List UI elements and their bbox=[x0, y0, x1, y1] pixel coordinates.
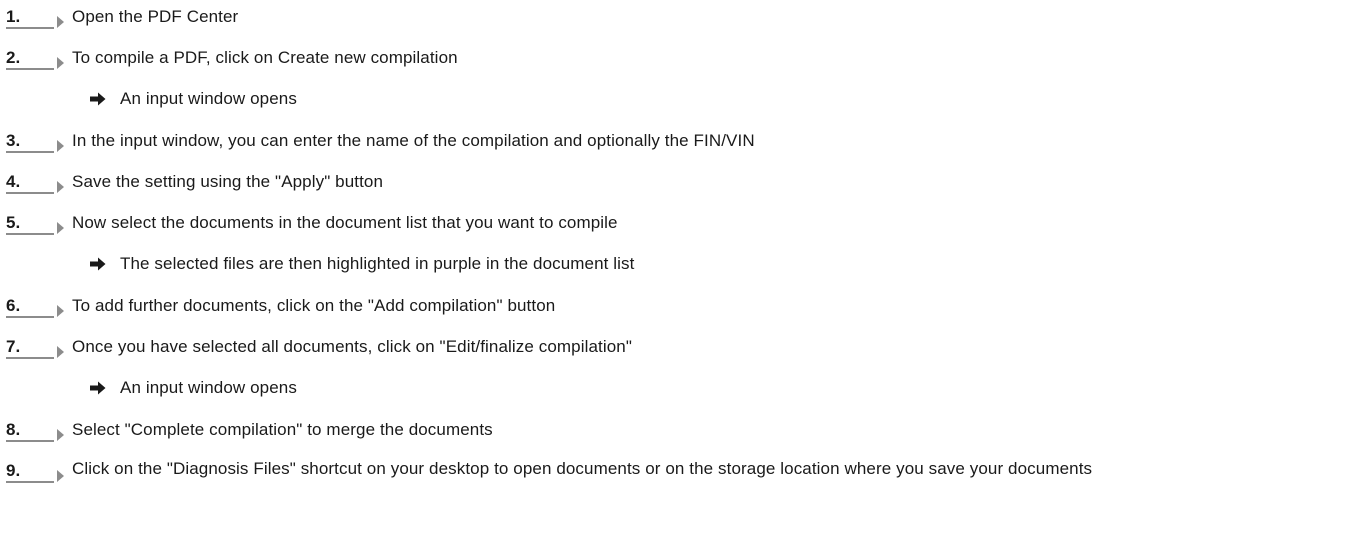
step-marker: 8. bbox=[6, 417, 72, 445]
step-6: 6. To add further documents, click on th… bbox=[6, 293, 555, 321]
step-underline bbox=[6, 481, 54, 483]
step-text: Select "Complete compilation" to merge t… bbox=[72, 420, 493, 439]
triangle-right-icon bbox=[57, 305, 64, 317]
triangle-right-icon bbox=[57, 470, 64, 482]
step-2: 2. To compile a PDF, click on Create new… bbox=[6, 45, 458, 73]
step-5: 5. Now select the documents in the docum… bbox=[6, 210, 618, 238]
step-marker: 5. bbox=[6, 210, 72, 238]
result-text: The selected files are then highlighted … bbox=[120, 254, 635, 273]
step-text: In the input window, you can enter the n… bbox=[72, 131, 755, 150]
result-text: An input window opens bbox=[120, 89, 297, 108]
arrow-right-icon bbox=[90, 381, 106, 395]
triangle-right-icon bbox=[57, 181, 64, 193]
step-marker: 7. bbox=[6, 334, 72, 362]
arrow-right-icon bbox=[90, 257, 106, 271]
step-underline bbox=[6, 357, 54, 359]
step-8: 8. Select "Complete compilation" to merg… bbox=[6, 417, 493, 445]
step-marker: 1. bbox=[6, 4, 72, 32]
step-text: Once you have selected all documents, cl… bbox=[72, 337, 632, 356]
arrow-right-icon bbox=[90, 92, 106, 106]
step-underline bbox=[6, 440, 54, 442]
step-underline bbox=[6, 192, 54, 194]
step-underline bbox=[6, 316, 54, 318]
step-text: To add further documents, click on the "… bbox=[72, 296, 556, 315]
step-5-result: The selected files are then highlighted … bbox=[90, 251, 634, 277]
step-text: Open the PDF Center bbox=[72, 7, 239, 26]
step-marker: 3. bbox=[6, 128, 72, 156]
step-1: 1. Open the PDF Center bbox=[6, 4, 238, 32]
step-7-result: An input window opens bbox=[90, 375, 297, 401]
step-text: Click on the "Diagnosis Files" shortcut … bbox=[72, 459, 1093, 478]
triangle-right-icon bbox=[57, 16, 64, 28]
step-marker: 9. bbox=[6, 458, 72, 486]
step-4: 4. Save the setting using the "Apply" bu… bbox=[6, 169, 383, 197]
step-text: Save the setting using the "Apply" butto… bbox=[72, 172, 384, 191]
triangle-right-icon bbox=[57, 429, 64, 441]
triangle-right-icon bbox=[57, 140, 64, 152]
result-text: An input window opens bbox=[120, 378, 297, 397]
step-marker: 6. bbox=[6, 293, 72, 321]
step-underline bbox=[6, 233, 54, 235]
step-underline bbox=[6, 68, 54, 70]
triangle-right-icon bbox=[57, 346, 64, 358]
step-text: Now select the documents in the document… bbox=[72, 213, 618, 232]
step-7: 7. Once you have selected all documents,… bbox=[6, 334, 632, 362]
triangle-right-icon bbox=[57, 57, 64, 69]
step-marker: 4. bbox=[6, 169, 72, 197]
step-2-result: An input window opens bbox=[90, 86, 297, 112]
step-underline bbox=[6, 151, 54, 153]
step-text: To compile a PDF, click on Create new co… bbox=[72, 48, 458, 67]
step-9: 9. Click on the "Diagnosis Files" shortc… bbox=[6, 458, 1322, 486]
step-3: 3. In the input window, you can enter th… bbox=[6, 128, 755, 156]
step-marker: 2. bbox=[6, 45, 72, 73]
step-underline bbox=[6, 27, 54, 29]
triangle-right-icon bbox=[57, 222, 64, 234]
